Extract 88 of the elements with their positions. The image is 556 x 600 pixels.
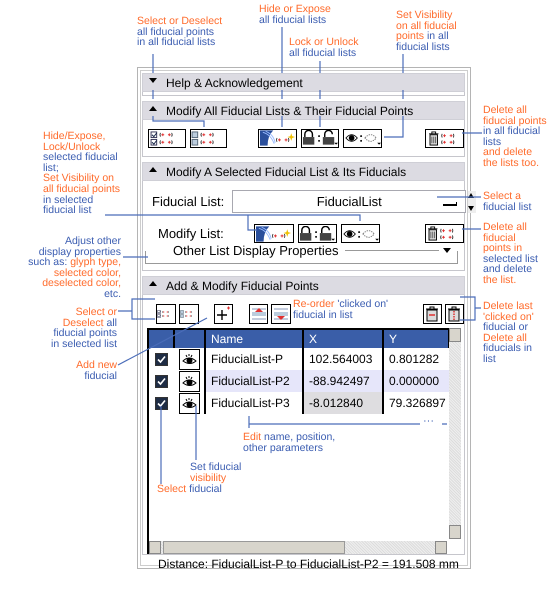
list-visibility-button[interactable]: [254, 224, 294, 243]
leader-line: [437, 196, 481, 198]
eye-icon: [182, 396, 196, 410]
leader-line: [195, 406, 197, 460]
annotation-text: Add new fiducial: [76, 360, 117, 382]
visibility-button[interactable]: [178, 392, 200, 414]
visibility-button[interactable]: [178, 348, 200, 370]
column-header[interactable]: Y: [383, 329, 449, 348]
caret-icon[interactable]: [149, 167, 157, 172]
annotation-text: Select a fiducial list: [483, 191, 532, 212]
dropdown-icon: [443, 202, 458, 206]
horizontal-scrollbar[interactable]: [149, 541, 447, 554]
deselect-all-button[interactable]: [190, 128, 228, 148]
trash-icon: [447, 306, 462, 322]
field-label: Fiducial List:: [152, 194, 224, 209]
section-header[interactable]: Modify All Fiducial Lists & Their Fiducial Points: [142, 101, 465, 120]
list-lock-button[interactable]: [298, 224, 337, 243]
leader-line: [123, 256, 148, 258]
annotation-text: Delete last 'clicked on' fiducial or Delete all fiducials in list: [483, 301, 534, 365]
caret-icon[interactable]: [443, 248, 451, 253]
table-cell[interactable]: FiducialList-P: [205, 348, 303, 370]
section-header[interactable]: Add & Modify Fiducial Points: [142, 276, 465, 295]
checkbox[interactable]: [155, 397, 168, 410]
select-all-button[interactable]: [148, 128, 186, 148]
ellipsis-text: ···: [423, 415, 434, 427]
spin-control[interactable]: [468, 190, 476, 212]
annotation-text: Adjust other display properties such as: glyph type, selected color, deselected color, etc.: [28, 236, 121, 300]
field-label: Modify List:: [158, 226, 225, 241]
visibility-button[interactable]: [178, 370, 200, 392]
annotation-text: Hide or Expose all fiducial lists: [259, 4, 331, 26]
annotation-text: Select or Deselect all fiducial points in selected list: [51, 307, 117, 350]
list-visibility-menu-button[interactable]: [341, 224, 380, 243]
select-all-points-button[interactable]: [156, 304, 176, 324]
checkbox[interactable]: [155, 353, 168, 366]
move-up-button[interactable]: [249, 304, 268, 324]
add-fiducial-button[interactable]: [214, 304, 233, 324]
annotation-text: Set Visibility on all fiducial points in all fiducial lists: [396, 10, 457, 52]
annotation-text: Select or Deselect all fiducial points in all fiducial lists: [137, 16, 222, 48]
vertical-scrollbar[interactable]: [449, 328, 461, 539]
annotation-text: Delete all fiducial points in all fiducial lists and delete the lists too.: [483, 105, 547, 169]
plus-icon: [215, 306, 232, 322]
annotation-text: Select fiducial: [157, 484, 222, 495]
move-down-icon: [273, 306, 290, 322]
table-cell[interactable]: FiducialList-P2: [205, 370, 303, 392]
table-cell[interactable]: FiducialList-P3: [205, 392, 303, 414]
eye-icon: [182, 352, 196, 366]
move-down-button[interactable]: [271, 304, 291, 324]
delete-list-button[interactable]: [424, 224, 464, 243]
table-cell[interactable]: -8.012840: [303, 392, 383, 414]
caret-icon[interactable]: [149, 78, 157, 83]
delete-all-button[interactable]: [425, 128, 464, 148]
checkbox[interactable]: [155, 375, 168, 388]
table-cell[interactable]: 79.326897: [383, 392, 449, 414]
table-cell[interactable]: 0.801282: [383, 348, 449, 370]
padlock-icon: [299, 226, 336, 242]
section-header[interactable]: Modify A Selected Fiducial List & Its Fiducials: [142, 162, 465, 181]
move-up-icon: [250, 306, 267, 322]
table-cell[interactable]: -88.942497: [303, 370, 383, 392]
eye-icon: [182, 374, 196, 388]
padlock-icon: [302, 130, 338, 146]
annotation-text: Set fiducial visibility: [190, 462, 242, 484]
column-header[interactable]: Name: [205, 329, 303, 348]
leader-line: [459, 296, 482, 321]
light-beam-icon: [260, 130, 296, 146]
leader-line: [462, 228, 481, 230]
delete-all-fiducials-button[interactable]: [444, 304, 464, 324]
fiducial-list-dropdown[interactable]: FiducialList: [232, 190, 466, 213]
leader-line: [319, 60, 321, 128]
delete-fiducial-button[interactable]: [422, 304, 442, 324]
column-header[interactable]: X: [303, 329, 383, 348]
annotation-text: Hide/Expose, Lock/Unlock selected fiducial list; Set Visibility on all fiducial points in selected fiducial list: [43, 131, 120, 216]
table-cell[interactable]: 102.564003: [303, 348, 383, 370]
distance-text: Distance: FiducialList-P to FiducialList-P2 = 191.508 mm: [157, 556, 460, 571]
section-header[interactable]: Help & Acknowledgement: [142, 73, 465, 92]
annotation-text: Lock or Unlock all fiducial lists: [289, 37, 358, 58]
lock-toggle-button[interactable]: [300, 128, 340, 148]
caret-icon[interactable]: [149, 106, 157, 111]
annotation-text: Edit name, position, other parameters: [243, 432, 336, 454]
trash-icon: [425, 306, 440, 322]
caret-icon[interactable]: [149, 281, 157, 286]
annotation-text: Re-order 'clicked on' fiducial in list: [293, 299, 388, 320]
annotation-text: Delete all fiducial points in selected list and delete the list.: [483, 222, 538, 286]
light-beam-icon: [256, 226, 292, 242]
leader-line: [462, 132, 482, 134]
deselect-all-points-button[interactable]: [179, 304, 199, 324]
table-cell[interactable]: 0.000000: [383, 370, 449, 392]
visibility-menu-button[interactable]: [343, 128, 382, 148]
visibility-toggle-button[interactable]: [258, 128, 297, 148]
